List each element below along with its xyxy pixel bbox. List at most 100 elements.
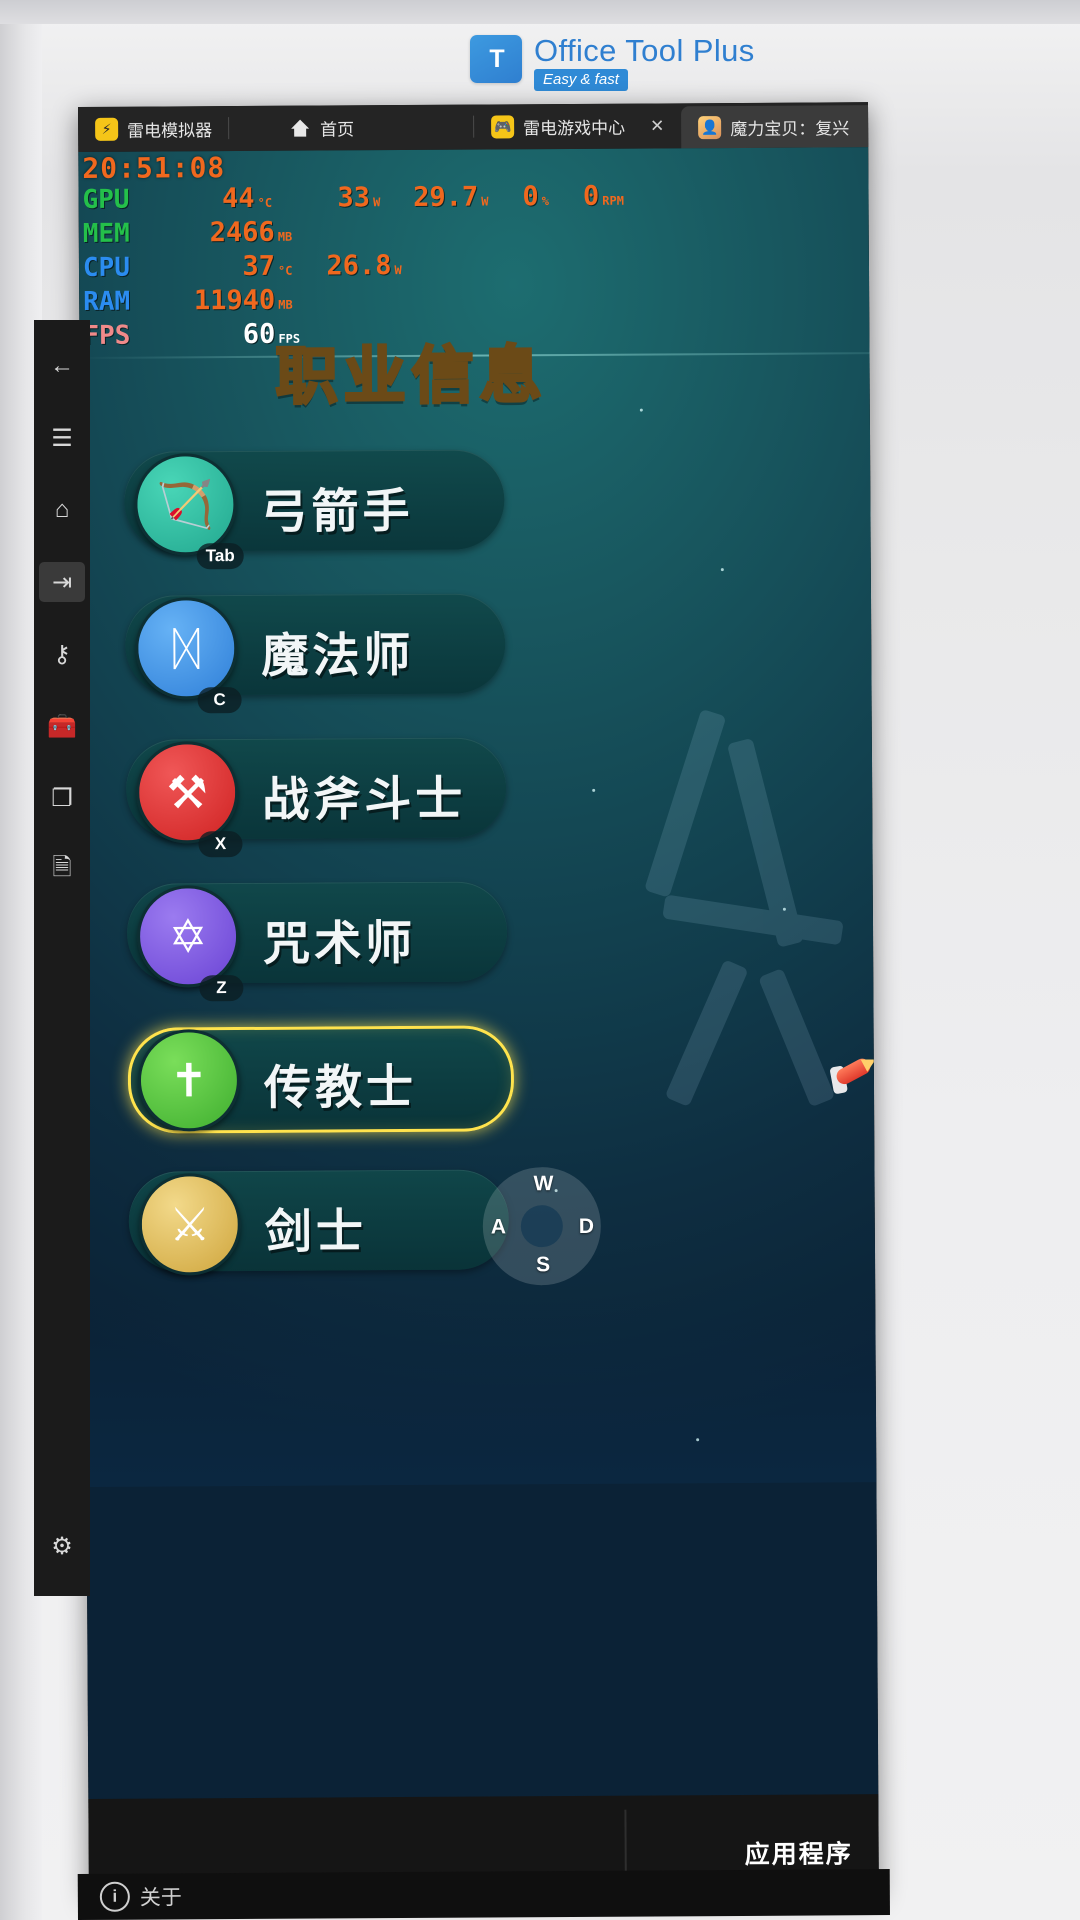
overlay-gpu-load: 33: [337, 182, 371, 214]
staff-icon: ᛞ: [134, 597, 238, 700]
sidebar-item-install-apk[interactable]: ⇥: [39, 562, 85, 602]
overlay-gpu-load-unit: W: [372, 195, 381, 210]
class-hotkey-badge: [200, 1119, 244, 1125]
overlay-gpu-fanpct: 0: [522, 181, 539, 213]
tab-game-center-close-icon[interactable]: ✕: [650, 116, 664, 135]
tab-magic-baby[interactable]: 👤 魔力宝贝：复兴 ✕: [681, 104, 879, 149]
office-tool-plus-badge: Easy & fast: [534, 69, 628, 91]
gamepad-icon: 🎮: [491, 115, 515, 139]
overlay-cpu-label: CPU: [82, 252, 131, 283]
ldplayer-icon: ⚡: [95, 117, 119, 141]
wasd-dpad[interactable]: W A D S: [482, 1166, 602, 1286]
overlay-ram-value: 11940: [193, 284, 276, 317]
overlay-row-mem: MEM 2466 MB: [83, 216, 703, 251]
class-hotkey-badge: C: [197, 687, 242, 714]
class-name: 魔法师: [261, 627, 415, 684]
overlay-fps-value: 60: [242, 318, 276, 350]
class-row-missionary[interactable]: ✝ 传教士: [127, 1025, 529, 1145]
overlay-mem-label: MEM: [82, 218, 130, 249]
app-avatar-icon: 👤: [698, 115, 722, 139]
class-hotkey-badge: [201, 1263, 245, 1269]
game-viewport[interactable]: 20:51:08 GPU 44 °C 33 W 29.7 W 0 % 0 RPM…: [78, 147, 879, 1837]
class-row-swordsman[interactable]: ⚔ 剑士: [128, 1169, 530, 1289]
overlay-gpu-label: GPU: [82, 184, 130, 215]
sidebar-item-keymapping[interactable]: ⚷: [39, 634, 85, 674]
overlay-gpu-temp-unit: °C: [257, 195, 273, 210]
overlay-gpu-temp: 44: [221, 182, 255, 215]
dpad-key-right: D: [578, 1214, 595, 1238]
cross-icon: ✝: [137, 1029, 241, 1132]
overlay-row-gpu: GPU 44 °C 33 W 29.7 W 0 % 0 RPM: [82, 180, 702, 217]
overlay-row-cpu: CPU 37 °C 26.8 W: [83, 250, 703, 285]
page-title: 职业信息: [274, 337, 549, 415]
window-footer-label[interactable]: 关于: [140, 1881, 182, 1911]
overlay-cpu-temp-unit: °C: [277, 263, 293, 278]
sidebar-item-toolbox[interactable]: 🧰: [39, 706, 85, 746]
office-tool-plus-logo-icon: T: [470, 35, 522, 83]
class-hotkey-badge: X: [198, 831, 243, 858]
overlay-cpu-power-unit: W: [394, 263, 402, 278]
overlay-clock: 20:51:08: [82, 151, 226, 185]
class-name: 剑士: [264, 1204, 368, 1260]
star: [696, 1438, 700, 1442]
sword-icon: ⚔: [138, 1173, 242, 1276]
sidebar-item-back[interactable]: ←: [39, 346, 85, 386]
overlay-cpu-power: 26.8: [326, 250, 392, 282]
overlay-gpu-power-unit: W: [481, 194, 489, 209]
overlay-mem-unit: MB: [277, 229, 293, 244]
star: [720, 568, 724, 572]
tab-ldplayer-label: 雷电模拟器: [127, 121, 213, 141]
window-footer: i 关于: [77, 1869, 890, 1920]
class-row-mage[interactable]: ᛞ 魔法师 C: [124, 593, 526, 714]
star: [639, 408, 643, 412]
bow-icon: 🏹: [134, 453, 237, 556]
dpad-center[interactable]: [520, 1205, 563, 1248]
performance-overlay: 20:51:08 GPU 44 °C 33 W 29.7 W 0 % 0 RPM…: [82, 151, 703, 353]
class-row-axe-fighter[interactable]: ⚒ 战斧斗士 X: [125, 737, 527, 858]
sidebar-item-menu[interactable]: ☰: [39, 418, 85, 458]
tab-home[interactable]: 首页: [229, 105, 475, 151]
tab-home-label: 首页: [320, 120, 355, 140]
star: [592, 788, 596, 792]
gear-icon[interactable]: ⚙: [39, 1526, 85, 1566]
overlay-cpu-temp: 37: [242, 250, 276, 282]
taskbar-apps-label[interactable]: 应用程序: [745, 1834, 853, 1871]
overlay-ram-label: RAM: [83, 286, 131, 317]
sidebar-item-file-transfer[interactable]: 🗎: [39, 850, 85, 890]
sidebar-item-home[interactable]: ⌂: [39, 490, 85, 530]
info-icon[interactable]: i: [99, 1881, 130, 1912]
overlay-gpu-power: 29.7: [413, 181, 479, 213]
class-hotkey-badge: Z: [199, 975, 244, 1002]
tab-ldplayer[interactable]: ⚡ 雷电模拟器: [78, 106, 230, 152]
class-list: 🏹 弓箭手 Tab ᛞ 魔法师 C ⚒ 战斧斗士 X ✡ 咒术师 Z ✝ 传教士…: [124, 449, 529, 1315]
screen-top-strip: [0, 0, 1080, 24]
lower-gradient: [85, 1292, 877, 1487]
dpad-key-up: W: [533, 1172, 554, 1196]
class-hotkey-badge: Tab: [196, 542, 244, 570]
class-row-curse-master[interactable]: ✡ 咒术师 Z: [126, 881, 528, 1002]
class-name: 战斧斗士: [262, 771, 467, 828]
overlay-fps-label: FPS: [83, 320, 131, 351]
overlay-ram-unit: MB: [278, 297, 293, 312]
overlay-gpu-fanpct-unit: %: [541, 194, 550, 209]
tab-bar: ⚡ 雷电模拟器 首页 🎮 雷电游戏中心 ✕ 👤 魔力宝贝：复兴 ✕: [78, 102, 879, 152]
overlay-gpu-rpm: 0: [582, 180, 600, 212]
class-row-archer[interactable]: 🏹 弓箭手 Tab: [124, 449, 525, 570]
office-tool-plus-watermark: T Office Tool Plus Easy & fast: [470, 35, 755, 91]
axe-icon: ⚒: [135, 741, 239, 844]
class-name: 传教士: [263, 1059, 418, 1116]
overlay-row-ram: RAM 11940 MB: [83, 284, 703, 319]
overlay-gpu-rpm-unit: RPM: [602, 193, 625, 208]
office-tool-plus-title: Office Tool Plus: [534, 33, 755, 68]
dpad-key-left: A: [490, 1215, 507, 1239]
book-icon: ✡: [136, 885, 240, 988]
emulator-window: ⚡ 雷电模拟器 首页 🎮 雷电游戏中心 ✕ 👤 魔力宝贝：复兴 ✕: [78, 102, 879, 1897]
tab-magic-baby-label: 魔力宝贝：复兴: [730, 118, 850, 139]
sidebar-item-multi-instance[interactable]: ❐: [39, 778, 85, 818]
class-name: 咒术师: [262, 915, 417, 972]
emulator-sidebar: ← ☰ ⌂ ⇥ ⚷ 🧰 ❐ 🗎 ⚙: [34, 320, 90, 1596]
tab-game-center-label: 雷电游戏中心: [523, 118, 626, 139]
overlay-mem-value: 2466: [209, 216, 275, 249]
tab-game-center[interactable]: 🎮 雷电游戏中心 ✕: [474, 103, 682, 149]
class-name: 弓箭手: [260, 483, 414, 540]
